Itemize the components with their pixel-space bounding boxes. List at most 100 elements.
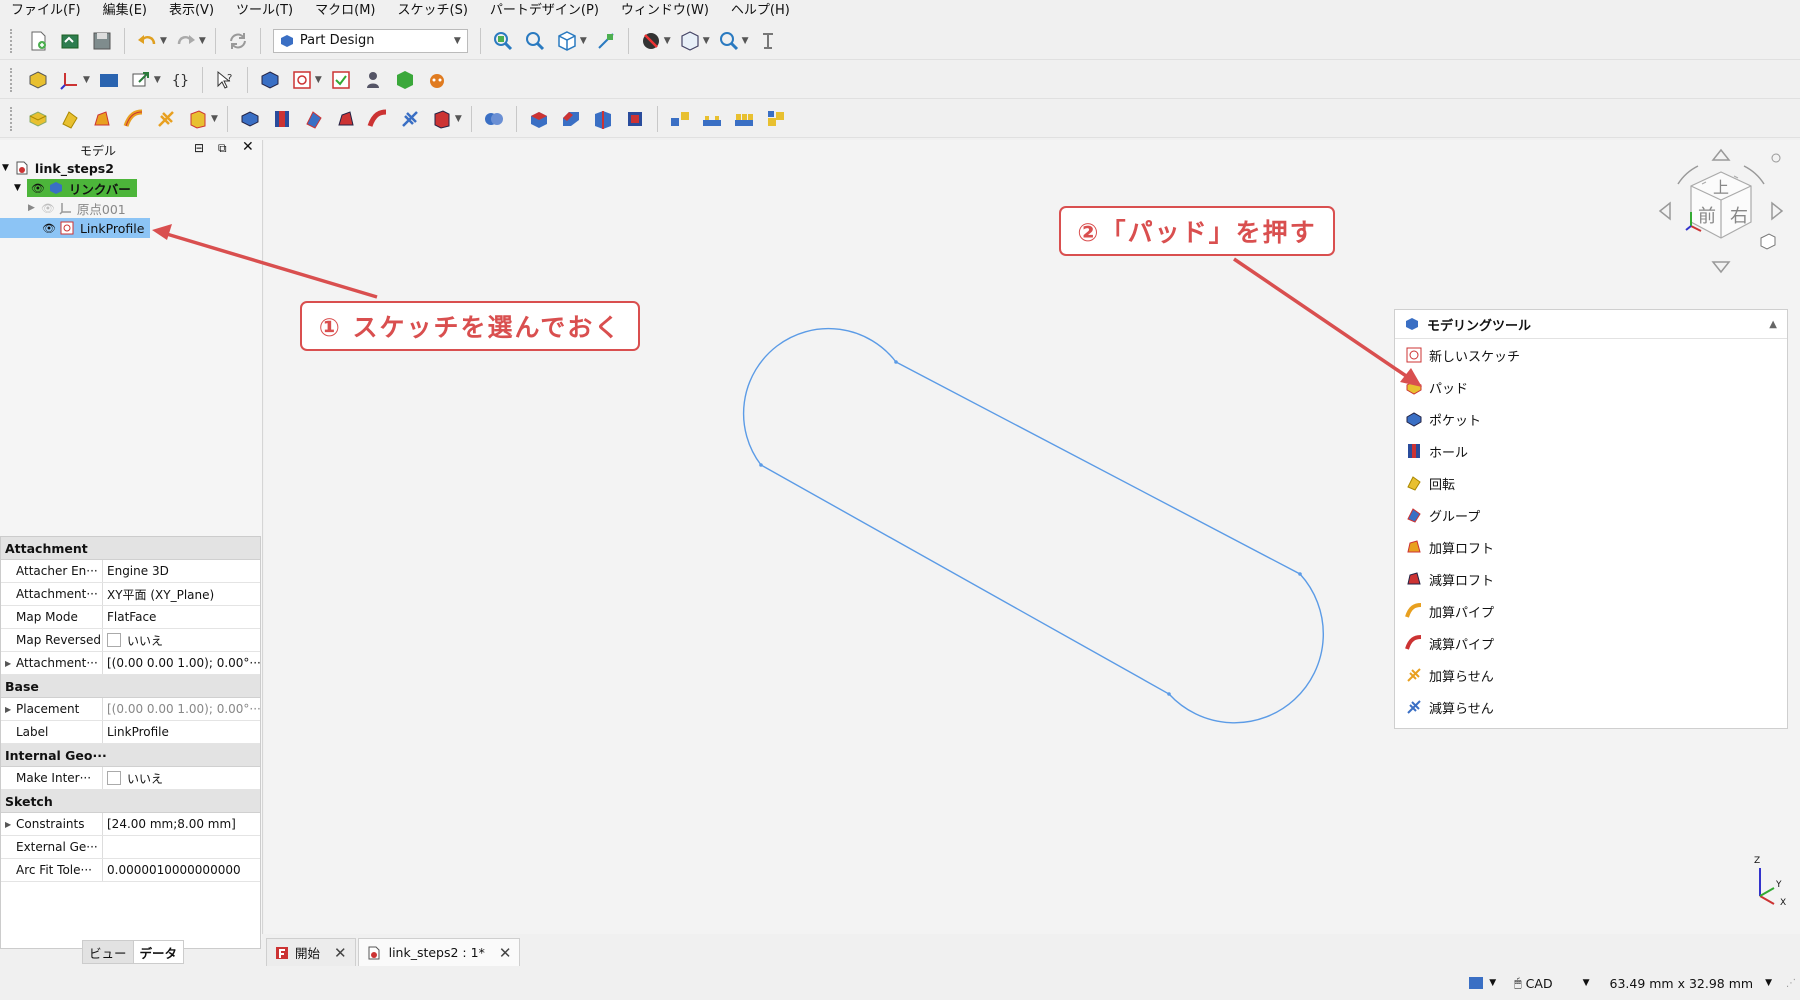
eye-icon[interactable]: 👁 bbox=[31, 182, 45, 195]
additive-helix-icon[interactable] bbox=[153, 106, 179, 132]
mirrored-icon[interactable] bbox=[667, 106, 693, 132]
property-row[interactable]: External Ge··· bbox=[1, 836, 260, 859]
tool-subtractive-pipe[interactable]: 減算パイプ bbox=[1395, 627, 1787, 659]
tool-additive-helix[interactable]: 加算らせん bbox=[1395, 659, 1787, 691]
chevron-down-icon[interactable]: ▼ bbox=[199, 36, 206, 46]
chevron-down-icon[interactable]: ▼ bbox=[83, 75, 90, 85]
thickness-icon[interactable] bbox=[622, 106, 648, 132]
pad-icon[interactable] bbox=[25, 106, 51, 132]
eye-hidden-icon[interactable]: 👁 bbox=[41, 202, 55, 215]
tree-item-document[interactable]: ▼ link_steps2 bbox=[0, 158, 262, 178]
navigation-style-selector[interactable]: 🖱 CAD ▼ bbox=[1514, 975, 1589, 991]
property-value[interactable]: FlatFace bbox=[103, 606, 260, 628]
property-row[interactable]: Attachment··· XY平面 (XY_Plane) bbox=[1, 583, 260, 606]
navcube-face-front[interactable]: 前 bbox=[1698, 202, 1716, 228]
additive-pipe-icon[interactable] bbox=[121, 106, 147, 132]
chevron-down-icon[interactable]: ▼ bbox=[580, 36, 587, 46]
property-value[interactable]: いいえ bbox=[103, 767, 260, 789]
tool-additive-pipe[interactable]: 加算パイプ bbox=[1395, 595, 1787, 627]
property-value[interactable]: [24.00 mm;8.00 mm] bbox=[103, 813, 260, 835]
polar-pattern-icon[interactable] bbox=[731, 106, 757, 132]
property-row[interactable]: Map Reversed いいえ bbox=[1, 629, 260, 652]
property-value[interactable]: [(0.00 0.00 1.00); 0.00°··· bbox=[103, 698, 260, 720]
resize-grip[interactable]: ⋰ bbox=[1786, 978, 1796, 989]
link-icon[interactable] bbox=[128, 67, 154, 93]
workbench-selector[interactable]: Part Design ▼ bbox=[272, 28, 468, 53]
redo-icon[interactable] bbox=[173, 28, 199, 54]
part-icon[interactable] bbox=[25, 67, 51, 93]
menu-file[interactable]: ファイル(F) bbox=[0, 0, 92, 22]
measurement-tool-icon[interactable] bbox=[755, 28, 781, 54]
chevron-right-icon[interactable]: ▶ bbox=[5, 659, 11, 668]
property-row[interactable]: ▶ Constraints [24.00 mm;8.00 mm] bbox=[1, 813, 260, 836]
clone-icon[interactable] bbox=[424, 67, 450, 93]
tool-groove[interactable]: グループ bbox=[1395, 499, 1787, 531]
draw-style-icon[interactable] bbox=[638, 28, 664, 54]
tool-additive-loft[interactable]: 加算ロフト bbox=[1395, 531, 1787, 563]
property-row[interactable]: ▶ Attachment··· [(0.00 0.00 1.00); 0.00°··… bbox=[1, 652, 260, 675]
subtractive-primitive-icon[interactable] bbox=[429, 106, 455, 132]
tree-item-sketch-selected[interactable]: 👁 LinkProfile bbox=[0, 218, 150, 238]
additive-loft-icon[interactable] bbox=[89, 106, 115, 132]
chevron-right-icon[interactable]: ▶ bbox=[28, 203, 35, 213]
tree-item-origin[interactable]: ▶ 👁 原点001 bbox=[0, 198, 262, 218]
shape-binder-icon[interactable] bbox=[360, 67, 386, 93]
checkbox[interactable] bbox=[107, 771, 121, 785]
collapse-icon[interactable]: ▲ bbox=[1769, 319, 1777, 330]
menu-sketch[interactable]: スケッチ(S) bbox=[387, 0, 479, 22]
property-value[interactable]: [(0.00 0.00 1.00); 0.00°··· bbox=[103, 652, 260, 674]
groove-icon[interactable] bbox=[301, 106, 327, 132]
tool-hole[interactable]: ホール bbox=[1395, 435, 1787, 467]
fit-all-icon[interactable] bbox=[490, 28, 516, 54]
property-row[interactable]: Arc Fit Tole··· 0.0000010000000000 bbox=[1, 859, 260, 882]
validate-sketch-icon[interactable] bbox=[328, 67, 354, 93]
property-value[interactable] bbox=[103, 836, 260, 858]
undo-icon[interactable] bbox=[134, 28, 160, 54]
draft-icon[interactable] bbox=[590, 106, 616, 132]
tool-subtractive-loft[interactable]: 減算ロフト bbox=[1395, 563, 1787, 595]
property-row[interactable]: ▶ Placement [(0.00 0.00 1.00); 0.00°··· bbox=[1, 698, 260, 721]
variable-set-icon[interactable]: {} bbox=[167, 67, 193, 93]
subtractive-pipe-icon[interactable] bbox=[365, 106, 391, 132]
chevron-down-icon[interactable]: ▼ bbox=[455, 114, 462, 124]
zoom-icon[interactable] bbox=[716, 28, 742, 54]
linear-pattern-icon[interactable] bbox=[699, 106, 725, 132]
open-document-icon[interactable] bbox=[57, 28, 83, 54]
chevron-down-icon[interactable]: ▼ bbox=[664, 36, 671, 46]
menu-macro[interactable]: マクロ(M) bbox=[304, 0, 386, 22]
tab-view[interactable]: ビュー bbox=[82, 940, 134, 964]
save-icon[interactable] bbox=[89, 28, 115, 54]
chamfer-icon[interactable] bbox=[558, 106, 584, 132]
navcube-face-top[interactable]: 上 bbox=[1713, 174, 1729, 198]
tool-pocket[interactable]: ポケット bbox=[1395, 403, 1787, 435]
measure-icon[interactable] bbox=[593, 28, 619, 54]
property-value[interactable]: Engine 3D bbox=[103, 560, 260, 582]
modeling-tools-header[interactable]: モデリングツール ▲ bbox=[1395, 310, 1787, 339]
checkbox[interactable] bbox=[107, 633, 121, 647]
boolean-icon[interactable] bbox=[481, 106, 507, 132]
property-value[interactable]: XY平面 (XY_Plane) bbox=[103, 583, 260, 605]
folder-icon[interactable] bbox=[96, 67, 122, 93]
dock-icon[interactable]: ⊟ bbox=[194, 141, 204, 155]
property-value[interactable]: いいえ bbox=[103, 629, 260, 651]
menu-partdesign[interactable]: パートデザイン(P) bbox=[479, 0, 610, 22]
chevron-down-icon[interactable]: ▼ bbox=[14, 183, 21, 193]
body-icon[interactable] bbox=[257, 67, 283, 93]
tool-new-sketch[interactable]: 新しいスケッチ bbox=[1395, 339, 1787, 371]
menu-edit[interactable]: 編集(E) bbox=[92, 0, 158, 22]
tab-start[interactable]: 開始 ✕ bbox=[266, 938, 356, 966]
chevron-down-icon[interactable]: ▼ bbox=[742, 36, 749, 46]
navigation-cube[interactable]: 上 前 右 bbox=[1656, 146, 1786, 276]
subtractive-loft-icon[interactable] bbox=[333, 106, 359, 132]
property-row[interactable]: Make Inter··· いいえ bbox=[1, 767, 260, 790]
close-icon[interactable]: ✕ bbox=[334, 944, 347, 962]
chevron-down-icon[interactable]: ▼ bbox=[315, 75, 322, 85]
property-row[interactable]: Attacher En··· Engine 3D bbox=[1, 560, 260, 583]
std-view-icon[interactable] bbox=[677, 28, 703, 54]
chevron-down-icon[interactable]: ▼ bbox=[2, 163, 9, 173]
navcube-face-right[interactable]: 右 bbox=[1730, 202, 1748, 228]
additive-primitive-icon[interactable] bbox=[185, 106, 211, 132]
fit-selection-icon[interactable] bbox=[522, 28, 548, 54]
subshape-binder-icon[interactable] bbox=[392, 67, 418, 93]
tool-revolution[interactable]: 回転 bbox=[1395, 467, 1787, 499]
